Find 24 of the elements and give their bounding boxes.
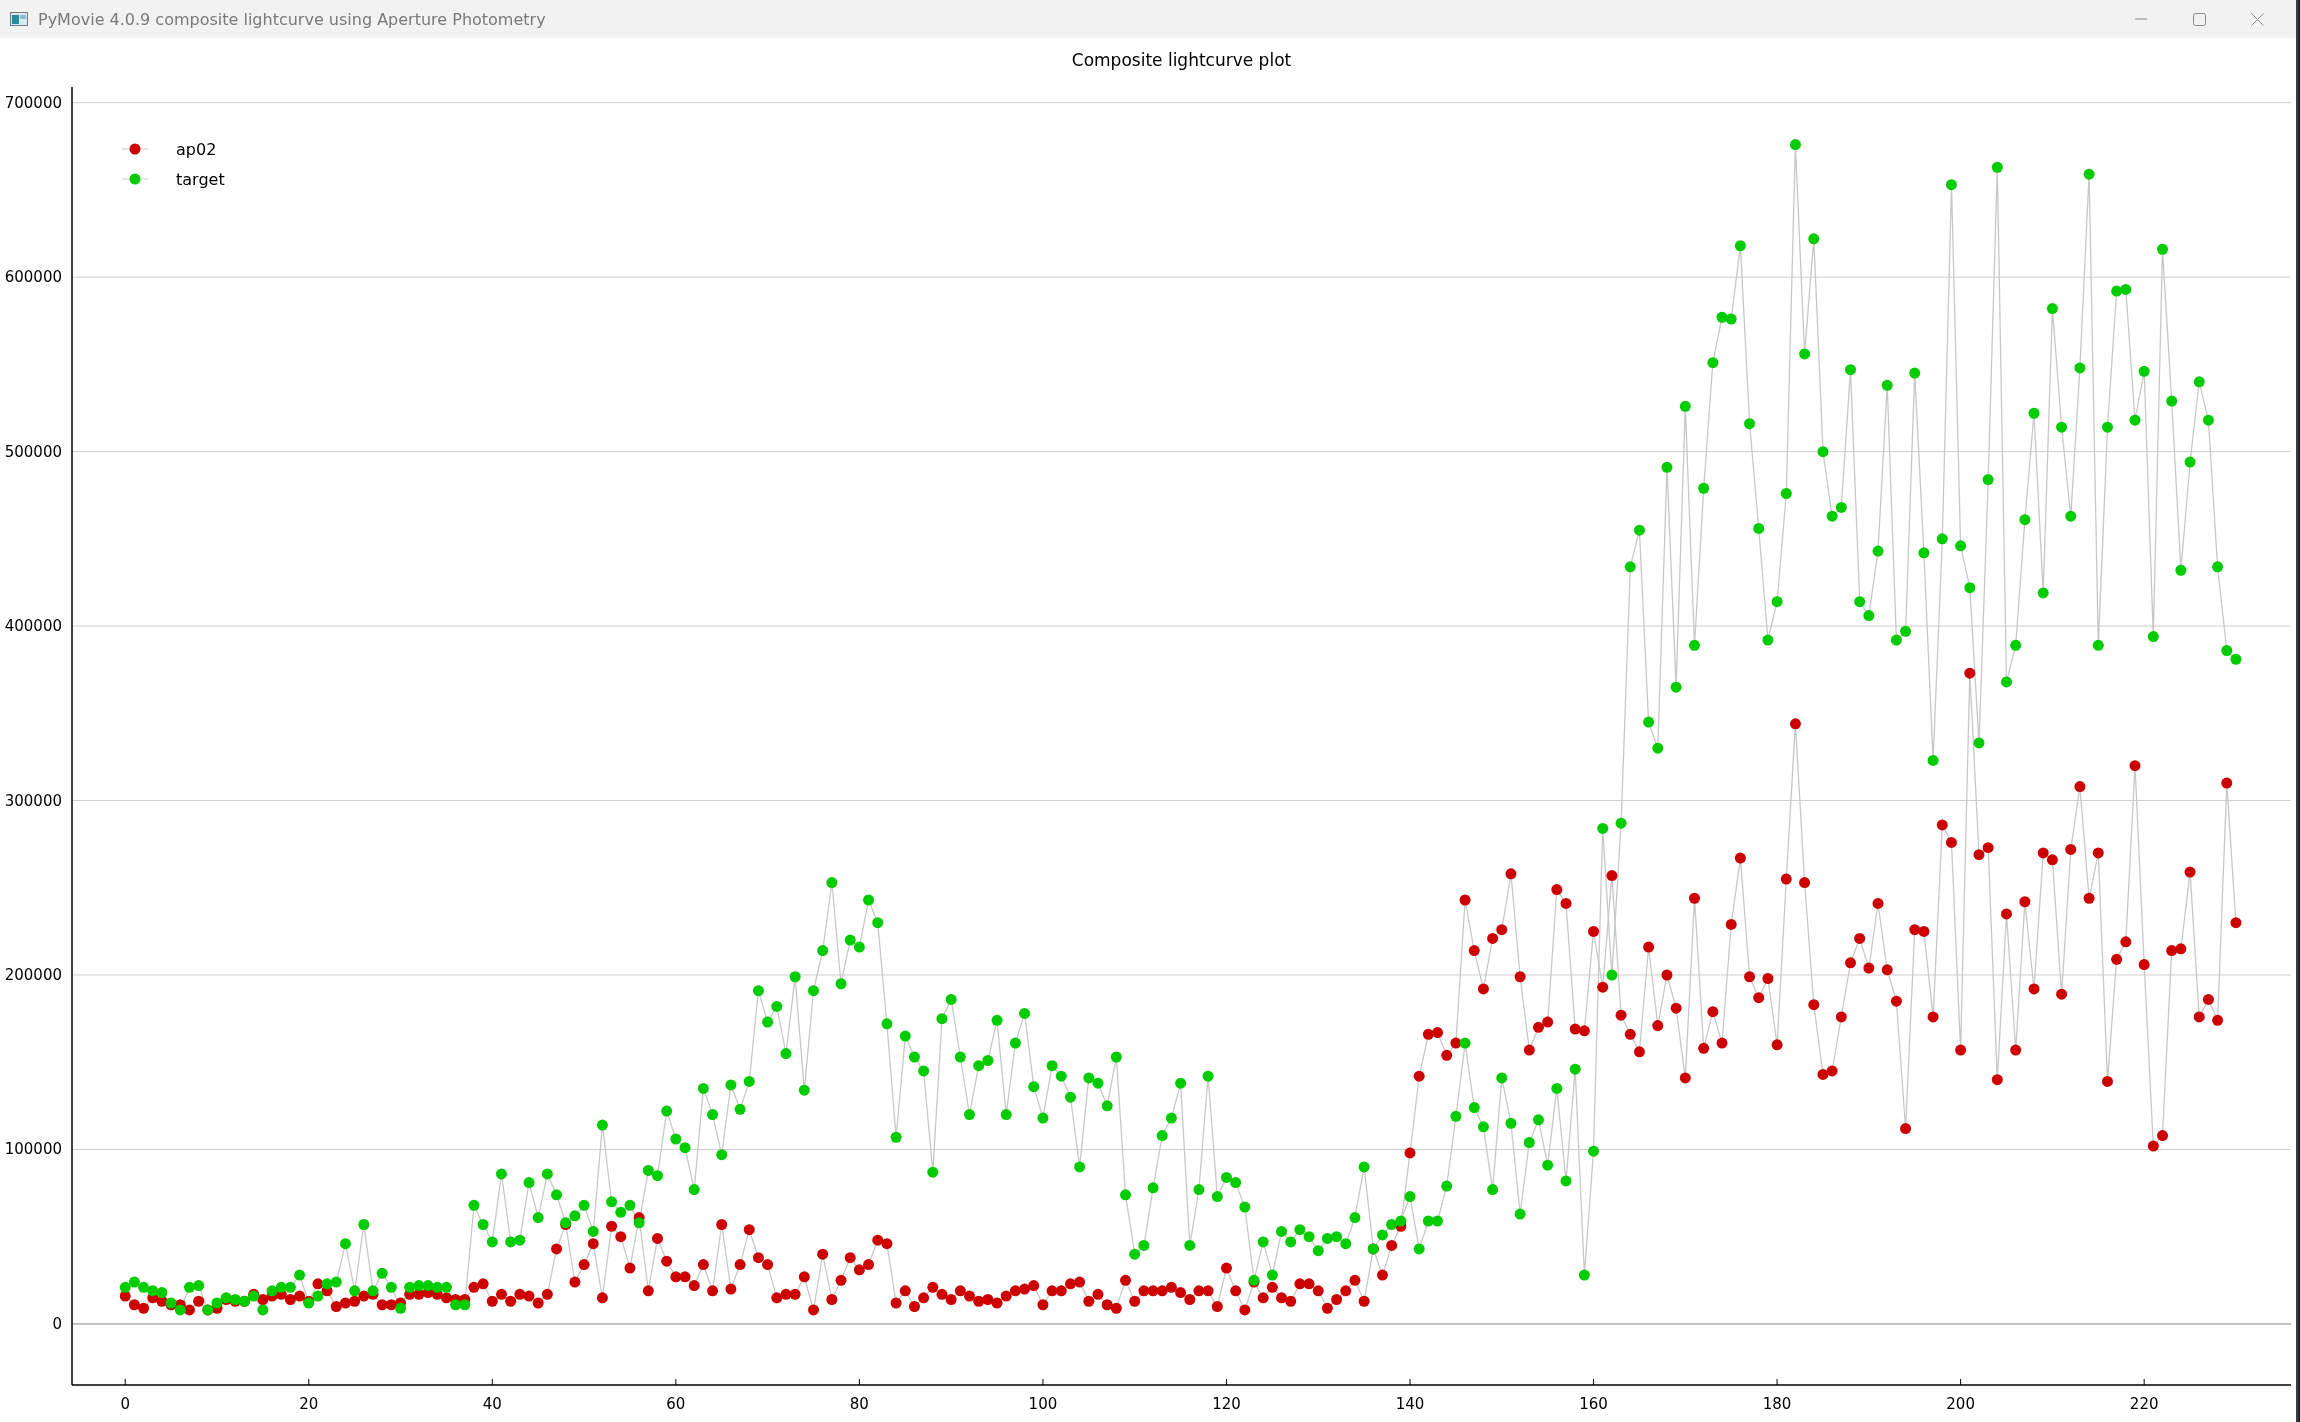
axis-tick-label: 300000: [4, 791, 62, 810]
axis-tick-label: 200: [1946, 1395, 1975, 1413]
axis-tick-label: 200000: [4, 966, 62, 984]
axis-tick-label: 180: [1762, 1395, 1792, 1413]
axis-tick-label: 0: [52, 1314, 62, 1333]
axis-tick-label: 220: [2129, 1395, 2159, 1413]
axis-tick-label: 500000: [4, 442, 62, 461]
chart-title: Composite lightcurve plot: [1071, 50, 1292, 70]
axis-tick-label: 100: [1028, 1395, 1058, 1413]
axis-tick-label: 700000: [4, 93, 62, 112]
axis-tick-label: 100000: [4, 1140, 62, 1159]
legend-label: target: [176, 170, 225, 189]
window-title: PyMovie 4.0.9 composite lightcurve using Aperture Photometry: [38, 9, 547, 29]
axis-tick-label: 60: [666, 1395, 686, 1413]
axis-tick-label: 400000: [4, 617, 62, 636]
axis-tick-label: 140: [1395, 1395, 1425, 1413]
axis-tick-label: 120: [1212, 1395, 1241, 1413]
axis-tick-label: 600000: [4, 268, 62, 287]
legend-label: ap02: [176, 140, 217, 159]
axis-tick-label: 0: [120, 1395, 130, 1413]
axis-tick-label: 160: [1579, 1395, 1608, 1413]
axis-tick-label: 20: [299, 1395, 319, 1413]
axis-tick-label: 80: [849, 1395, 869, 1413]
axis-tick-label: 40: [482, 1395, 502, 1413]
